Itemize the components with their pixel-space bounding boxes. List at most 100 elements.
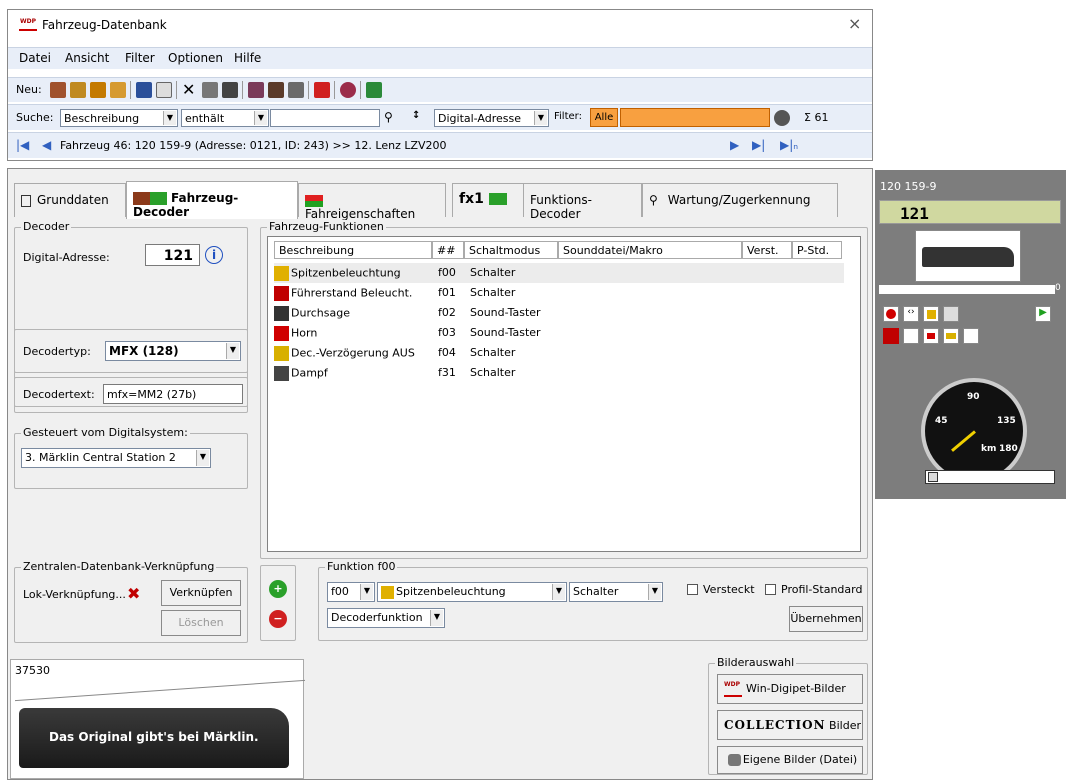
loco-link-label: Lok-Verknüpfung... [23,588,126,601]
function-row[interactable]: Führerstand Beleucht. f01 Schalter [274,283,844,303]
tab-grunddaten[interactable]: Grunddaten [14,183,126,217]
record-button[interactable] [883,306,899,322]
own-pictures-button[interactable]: Eigene Bilder (Datei) [717,746,863,774]
cab-zero-top: 0 [1055,283,1061,293]
link-button[interactable]: Verknüpfen [161,580,241,606]
remove-function-icon[interactable]: − [269,610,287,628]
vehicle-image[interactable]: 37530 Das Original gibt's bei Märklin. [10,659,305,779]
find-icon[interactable]: ⚲ [384,110,400,126]
first-record-icon[interactable]: |◀ [16,138,29,152]
train-icon[interactable] [248,82,264,98]
collection-pictures-button[interactable]: COLLECTION Bilder [717,710,863,740]
speed-slider[interactable] [925,470,1055,484]
function-row[interactable]: Durchsage f02 Sound-Taster [274,303,844,323]
address-label: Digital-Adresse: [23,251,110,264]
address-input[interactable]: 121 [145,244,200,266]
switch-mode-select[interactable]: Schalter ▼ [569,582,663,602]
tab-fx1[interactable]: fx1 [452,183,524,217]
wrench-icon[interactable] [774,110,790,126]
cab-steam-icon[interactable] [963,328,979,344]
previous-record-icon[interactable]: ◀ [42,138,51,152]
book-icon[interactable] [340,82,356,98]
search-input[interactable] [270,109,380,127]
cab-panel: 120 159-9 121 0 ‹› ▶ 90 45 135 km 180 [875,170,1066,499]
detail-panel: Grunddaten Fahrzeug-Decoder Fahreigensch… [7,168,873,780]
functions-list[interactable]: Beschreibung ## Schaltmodus Sounddatei/M… [267,236,861,552]
functions-group: Fahrzeug-Funktionen Beschreibung ## Scha… [260,220,868,559]
info-icon[interactable]: i [205,246,223,264]
document-icon[interactable] [156,82,172,98]
cab-f01-icon[interactable] [883,328,899,344]
delete-icon[interactable]: ✕ [182,82,198,98]
function-row[interactable]: Dampf f31 Schalter [274,363,844,383]
menu-ansicht[interactable]: Ansicht [65,51,109,65]
apply-button[interactable]: Übernehmen [789,606,863,632]
function-icon [274,306,289,321]
add-function-icon[interactable]: + [269,580,287,598]
tab-funktions-decoder[interactable]: Funktions-Decoder [524,183,642,221]
function-number-cell: f04 [438,346,456,359]
function-name-select[interactable]: Spitzenbeleuchtung ▼ [377,582,567,602]
sort-icon[interactable]: ↕ [412,110,428,126]
magnet-icon[interactable] [314,82,330,98]
cab-f02-icon[interactable] [903,328,919,344]
decoder-text-box: Decodertext: mfx=MM2 (27b) [14,377,248,413]
decoder-type-select[interactable]: MFX (128) ▼ [105,341,241,361]
new-record-icon[interactable]: ▶|ₙ [780,138,798,152]
function-number-cell: f01 [438,286,456,299]
function-kind-select[interactable]: Decoderfunktion ▼ [327,608,445,628]
menu-optionen[interactable]: Optionen [168,51,223,65]
new-wagon-icon[interactable] [110,82,126,98]
decoder-text-input[interactable]: mfx=MM2 (27b) [103,384,243,404]
menu-datei[interactable]: Datei [19,51,51,65]
exit-icon[interactable] [366,82,382,98]
wdp-pictures-button[interactable]: WDP Win-Digipet-Bilder [717,674,863,704]
print-icon[interactable] [202,82,218,98]
new-car-icon[interactable] [90,82,106,98]
search-field-select[interactable]: Beschreibung ▼ [60,109,178,127]
filter-all-button[interactable]: Alle [590,108,618,127]
column-schaltmodus[interactable]: Schaltmodus [464,241,558,259]
column-beschreibung[interactable]: Beschreibung [274,241,432,259]
column-sounddatei[interactable]: Sounddatei/Makro [558,241,742,259]
cab-loco-picture[interactable] [915,230,1021,282]
function-row[interactable]: Spitzenbeleuchtung f00 Schalter [274,263,844,283]
tab-fahreigenschaften[interactable]: Fahreigenschaften [298,183,446,221]
hidden-checkbox[interactable] [687,584,698,595]
profile-checkbox[interactable] [765,584,776,595]
table-icon[interactable] [222,82,238,98]
cab-f04-icon[interactable] [943,328,959,344]
wdp-logo-icon: WDP [724,681,742,697]
cab-horn-icon[interactable] [923,328,939,344]
close-icon[interactable]: × [848,14,861,33]
tab-wartung[interactable]: ⚲ Wartung/Zugerkennung [642,183,838,217]
unlinked-icon: ✖ [127,584,141,603]
search-mode-select[interactable]: enthält ▼ [181,109,269,127]
function-number-select[interactable]: f00 ▼ [327,582,375,602]
function-icon [274,266,289,281]
menu-hilfe[interactable]: Hilfe [234,51,261,65]
menu-filter[interactable]: Filter [125,51,155,65]
cab-sound-icon[interactable] [943,306,959,322]
function-icon[interactable] [288,82,304,98]
column-pstd[interactable]: P-Std. [792,241,842,259]
new-coach-icon[interactable] [70,82,86,98]
filter-type-buttons[interactable] [620,108,770,127]
loco-search-icon[interactable] [268,82,284,98]
digital-system-select[interactable]: 3. Märklin Central Station 2 ▼ [21,448,211,468]
speedometer[interactable]: 90 45 135 km 180 [921,378,1027,484]
cab-light-icon[interactable] [923,306,939,322]
function-row[interactable]: Horn f03 Sound-Taster [274,323,844,343]
last-record-icon[interactable]: ▶| [752,138,765,152]
column-verst[interactable]: Verst. [742,241,792,259]
new-loco-icon[interactable] [50,82,66,98]
sort-select[interactable]: Digital-Adresse ▼ [434,109,549,127]
column-number[interactable]: ## [432,241,464,259]
play-button[interactable]: ▶ [1035,306,1051,322]
delete-link-button[interactable]: Löschen [161,610,241,636]
next-record-icon[interactable]: ▶ [730,138,739,152]
function-row[interactable]: Dec.-Verzögerung AUS f04 Schalter [274,343,844,363]
tab-fahrzeug-decoder[interactable]: Fahrzeug-Decoder [126,181,298,219]
direction-button[interactable]: ‹› [903,306,919,322]
save-icon[interactable] [136,82,152,98]
